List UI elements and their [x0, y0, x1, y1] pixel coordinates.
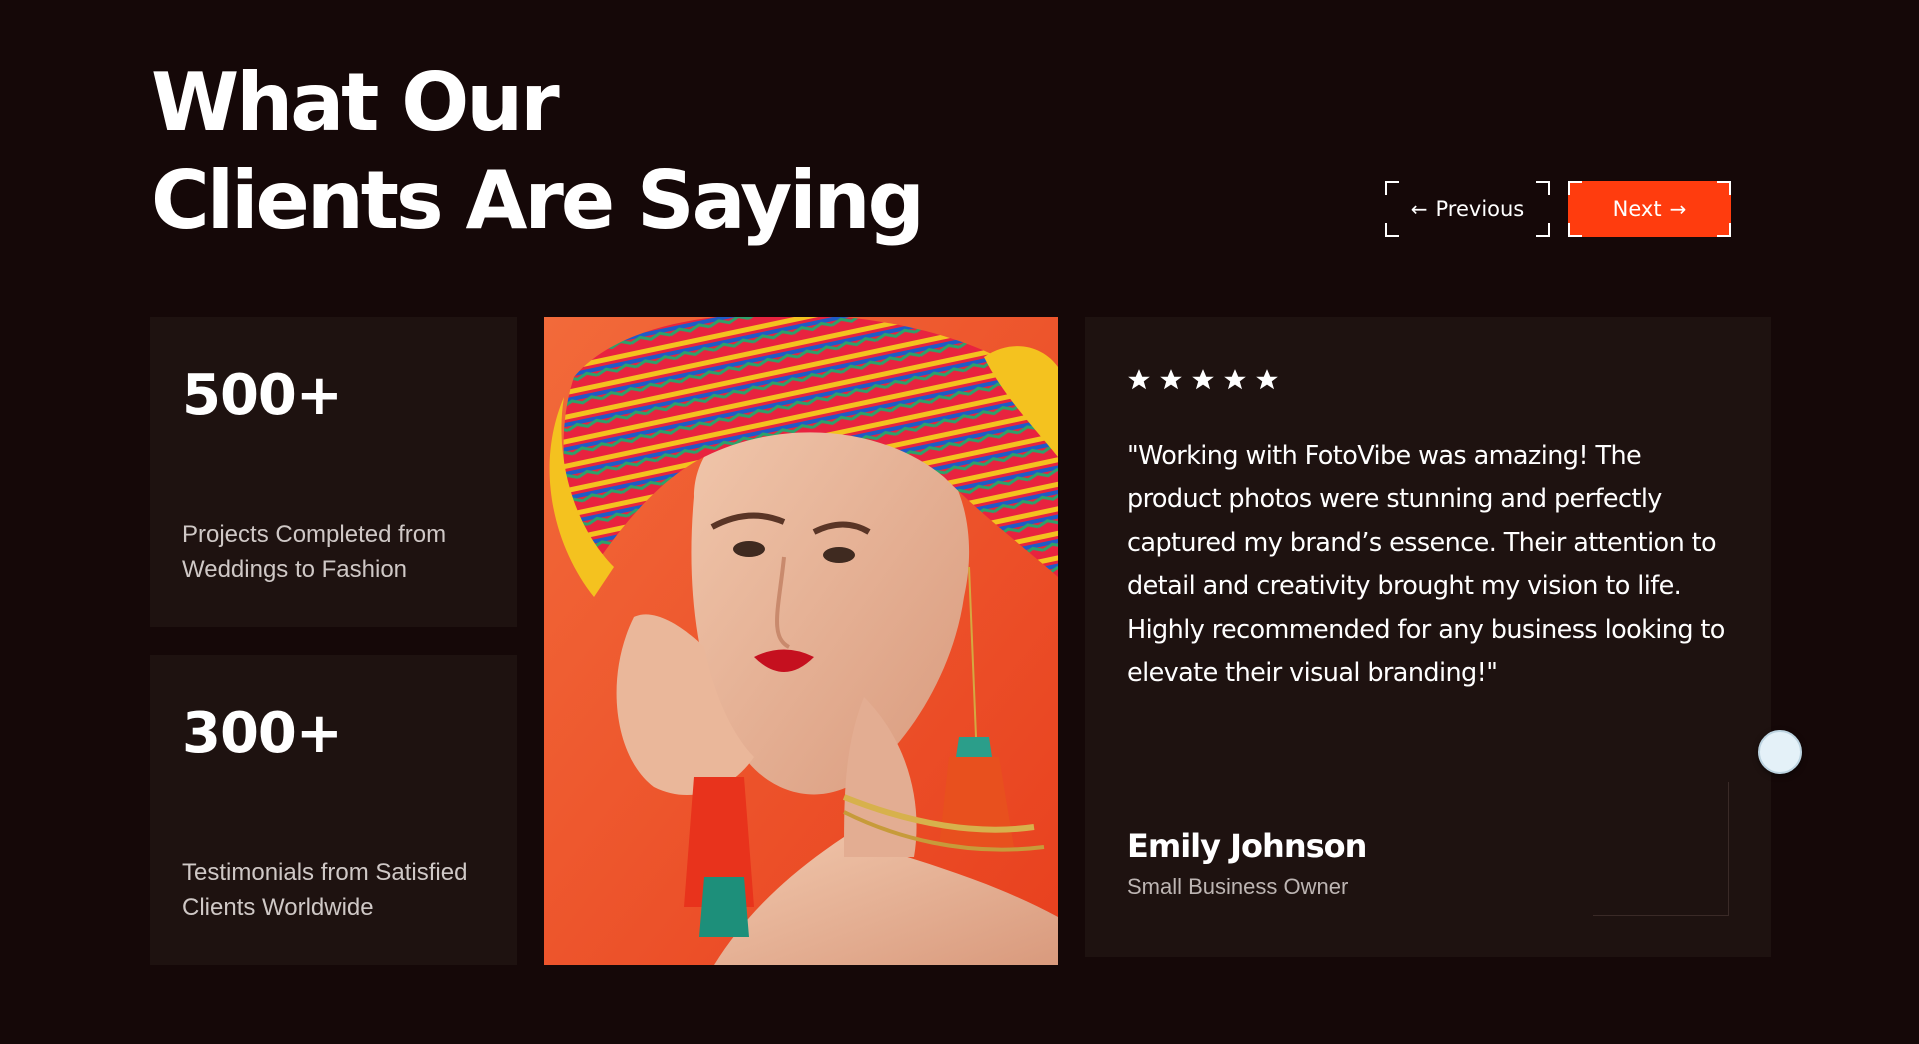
corner-bracket: [1536, 223, 1550, 237]
stat-card-projects: 500+ Projects Completed from Weddings to…: [150, 317, 517, 627]
stat-value: 500+: [182, 363, 343, 428]
testimonial-quote: "Working with FotoVibe was amazing! The …: [1127, 441, 1725, 689]
next-button[interactable]: Next →: [1568, 181, 1731, 237]
rating-stars: [1126, 367, 1280, 393]
heading-line-2: Clients Are Saying: [151, 154, 925, 247]
stat-card-testimonials: 300+ Testimonials from Satisfied Clients…: [150, 655, 517, 965]
star-icon: [1192, 369, 1214, 390]
corner-bracket: [1717, 181, 1731, 195]
portrait-illustration: [544, 317, 1058, 965]
corner-bracket: [1568, 181, 1582, 195]
stat-value: 300+: [182, 701, 343, 766]
cursor-indicator: [1758, 730, 1802, 774]
corner-bracket: [1717, 223, 1731, 237]
author-name: Emily Johnson: [1127, 827, 1367, 865]
stat-description: Testimonials from Satisfied Clients Worl…: [182, 859, 468, 921]
testimonial-card: "Working with FotoVibe was amazing! The …: [1085, 317, 1771, 957]
next-label: Next: [1612, 197, 1662, 221]
author-role: Small Business Owner: [1127, 874, 1349, 899]
arrow-left-icon: ←: [1410, 197, 1428, 221]
previous-label: Previous: [1435, 197, 1525, 221]
client-photo: [544, 317, 1058, 965]
star-icon: [1128, 369, 1150, 390]
star-icon: [1224, 369, 1246, 390]
star-icon: [1256, 369, 1278, 390]
section-heading: What Our Clients Are Saying: [151, 54, 925, 250]
heading-line-1: What Our: [151, 56, 560, 149]
corner-bracket: [1385, 181, 1399, 195]
corner-bracket: [1536, 181, 1550, 195]
previous-button[interactable]: ← Previous: [1385, 181, 1550, 237]
corner-bracket: [1385, 223, 1399, 237]
corner-bracket: [1568, 223, 1582, 237]
decorative-divider: [1728, 782, 1729, 915]
arrow-right-icon: →: [1669, 197, 1687, 221]
star-icon: [1160, 369, 1182, 390]
stat-description: Projects Completed from Weddings to Fash…: [182, 521, 447, 583]
decorative-divider: [1593, 915, 1729, 916]
